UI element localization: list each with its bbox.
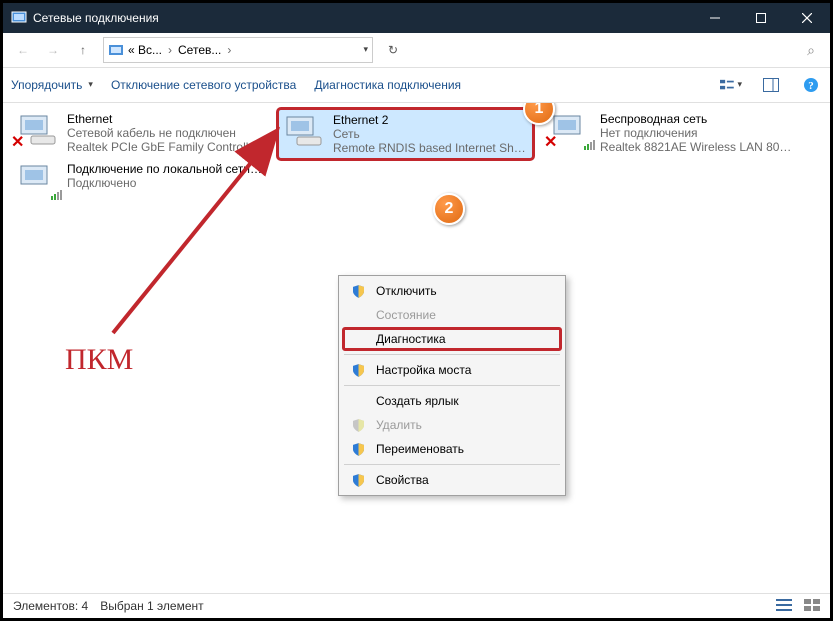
address-history-button[interactable]: ▾: [363, 44, 368, 55]
breadcrumb-current[interactable]: Сетев...: [178, 43, 221, 57]
svg-text:?: ?: [808, 80, 814, 92]
connection-adapter: Realtek 8821AE Wireless LAN 802....: [600, 140, 795, 154]
connection-name: Ethernet: [67, 112, 259, 126]
breadcrumb-sep-icon: ›: [225, 43, 233, 57]
connection-status: Сетевой кабель не подключен: [67, 126, 259, 140]
help-button[interactable]: ?: [800, 74, 822, 96]
menu-delete: Удалить: [342, 413, 562, 437]
connection-adapter: Remote RNDIS based Internet Shari...: [333, 141, 528, 155]
folder-icon: [108, 42, 124, 58]
shield-icon: [350, 417, 366, 433]
annotation-arrow: [83, 123, 293, 353]
menu-label: Диагностика: [376, 332, 446, 346]
toolbar: Упорядочить ▾ Отключение сетевого устрой…: [3, 68, 830, 103]
menu-separator: [344, 354, 560, 355]
disable-device-button[interactable]: Отключение сетевого устройства: [111, 78, 296, 92]
statusbar: Элементов: 4 Выбран 1 элемент: [3, 593, 830, 618]
disconnected-x-icon: ✕: [544, 132, 557, 152]
connection-name: Ethernet 2: [333, 113, 528, 127]
chevron-down-icon: ▾: [737, 79, 742, 90]
connection-ethernet[interactable]: ✕ Ethernet Сетевой кабель не подключен R…: [13, 109, 268, 157]
menu-label: Создать ярлык: [376, 394, 459, 408]
menu-label: Удалить: [376, 418, 422, 432]
view-details-button[interactable]: [776, 599, 792, 614]
shield-icon: [350, 441, 366, 457]
organize-menu[interactable]: Упорядочить ▾: [11, 78, 93, 92]
shield-icon: [350, 362, 366, 378]
menu-label: Свойства: [376, 473, 429, 487]
window-title: Сетевые подключения: [33, 11, 692, 25]
close-button[interactable]: [784, 3, 830, 33]
nav-back-button[interactable]: ←: [9, 37, 37, 63]
status-selected: Выбран 1 элемент: [100, 599, 203, 613]
menu-label: Отключить: [376, 284, 437, 298]
annotation-badge-2: 2: [433, 193, 465, 225]
menu-properties[interactable]: Свойства: [342, 468, 562, 492]
disconnected-x-icon: ✕: [11, 132, 24, 152]
menu-status: Состояние: [342, 303, 562, 327]
maximize-button[interactable]: [738, 3, 784, 33]
menu-disable[interactable]: Отключить: [342, 279, 562, 303]
connection-status: Сеть: [333, 127, 528, 141]
diagnose-button[interactable]: Диагностика подключения: [314, 78, 461, 92]
address-bar[interactable]: « Вс... › Сетев... › ▾: [103, 37, 373, 63]
context-menu: Отключить Состояние Диагностика Настройк…: [338, 275, 566, 496]
network-adapter-icon: ✕: [17, 112, 59, 148]
search-icon: ⌕: [807, 42, 815, 59]
network-adapter-icon: [17, 162, 59, 198]
breadcrumb-root[interactable]: « Вс...: [128, 43, 162, 57]
view-options-button[interactable]: ▾: [720, 74, 742, 96]
menu-shortcut[interactable]: Создать ярлык: [342, 389, 562, 413]
connection-adapter: Realtek PCIe GbE Family Controller: [67, 140, 259, 154]
connection-status: Нет подключения: [600, 126, 795, 140]
organize-label: Упорядочить: [11, 78, 82, 92]
chevron-down-icon: ▾: [88, 79, 93, 90]
menu-rename[interactable]: Переименовать: [342, 437, 562, 461]
connection-name: Подключение по локальной сети* 2: [67, 162, 262, 176]
view-large-button[interactable]: [804, 599, 820, 614]
app-icon: [11, 10, 27, 26]
annotation-pkm: ПКМ: [65, 343, 133, 377]
preview-pane-button[interactable]: [760, 74, 782, 96]
menu-label: Состояние: [376, 308, 436, 322]
connection-local[interactable]: Подключение по локальной сети* 2 Подключ…: [13, 159, 268, 201]
navbar: ← → ↑ « Вс... › Сетев... › ▾ ↻ ⌕: [3, 33, 830, 68]
connection-name: Беспроводная сеть: [600, 112, 795, 126]
nav-forward-button[interactable]: →: [39, 37, 67, 63]
network-adapter-icon: [283, 113, 325, 149]
menu-separator: [344, 385, 560, 386]
search-input[interactable]: ⌕: [409, 37, 824, 63]
titlebar: Сетевые подключения: [3, 3, 830, 33]
nav-up-button[interactable]: ↑: [69, 37, 97, 63]
connection-status: Подключено: [67, 176, 262, 190]
shield-icon: [350, 283, 366, 299]
network-adapter-icon: ✕: [550, 112, 592, 148]
refresh-button[interactable]: ↻: [379, 38, 407, 62]
shield-icon: [350, 472, 366, 488]
breadcrumb-sep-icon: ›: [166, 43, 174, 57]
menu-bridge[interactable]: Настройка моста: [342, 358, 562, 382]
menu-label: Переименовать: [376, 442, 464, 456]
status-count: Элементов: 4: [13, 599, 88, 613]
menu-label: Настройка моста: [376, 363, 471, 377]
menu-separator: [344, 464, 560, 465]
connection-ethernet2[interactable]: Ethernet 2 Сеть Remote RNDIS based Inter…: [278, 109, 533, 159]
menu-diagnose[interactable]: Диагностика: [342, 327, 562, 351]
signal-bars-icon: [584, 140, 595, 150]
connection-wireless[interactable]: ✕ Беспроводная сеть Нет подключения Real…: [546, 109, 801, 157]
minimize-button[interactable]: [692, 3, 738, 33]
content-area[interactable]: ✕ Ethernet Сетевой кабель не подключен R…: [3, 103, 830, 593]
signal-bars-icon: [51, 190, 62, 200]
